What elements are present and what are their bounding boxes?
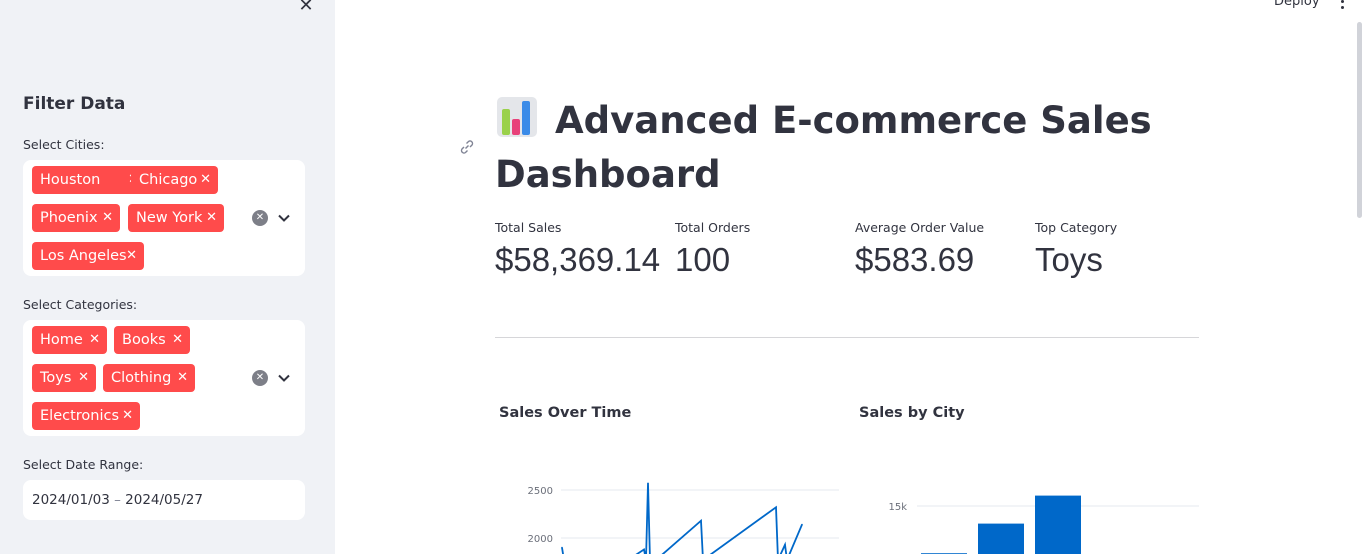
link-icon[interactable] (458, 138, 476, 156)
y-tick-label: 2000 (528, 534, 553, 545)
chevron-down-icon[interactable] (277, 211, 291, 225)
bar (1035, 495, 1081, 554)
remove-tag-icon[interactable]: ✕ (122, 402, 133, 430)
metric-value: $583.69 (855, 241, 975, 278)
category-tag: Books ✕ (114, 326, 190, 354)
metric-top-category: Top Category Toys (1035, 220, 1117, 279)
remove-tag-icon[interactable]: ✕ (78, 364, 89, 392)
remove-tag-icon[interactable]: ✕ (89, 326, 100, 354)
category-tag: Clothing ✕ (103, 364, 195, 392)
date-range-label: Select Date Range: (23, 457, 144, 472)
chart-title-sales-over-time: Sales Over Time (499, 405, 632, 421)
chart-title-sales-by-city: Sales by City (859, 405, 965, 421)
clear-all-icon[interactable]: ✕ (252, 370, 268, 386)
remove-tag-icon[interactable]: ✕ (102, 204, 113, 232)
city-tag: Houston✕ (32, 166, 146, 194)
remove-tag-icon[interactable]: ✕ (126, 242, 137, 270)
date-range-input[interactable]: 2024/01/03 – 2024/05/27 (23, 480, 305, 520)
sales-by-city-chart[interactable]: 15k (855, 470, 1205, 554)
categories-multiselect[interactable]: Home ✕ Books ✕ Toys ✕ Clothing ✕ Electronics… (23, 320, 305, 436)
divider (495, 337, 1199, 338)
sales-over-time-chart[interactable]: 2500 2000 (495, 470, 845, 554)
remove-tag-icon[interactable]: ✕ (177, 364, 188, 392)
category-tag: Toys ✕ (32, 364, 96, 392)
more-options-icon[interactable] (1339, 0, 1347, 10)
remove-tag-icon[interactable]: ✕ (206, 204, 217, 232)
cities-label: Select Cities: (23, 137, 105, 152)
metric-total-sales: Total Sales $58,369.14 (495, 220, 660, 279)
y-tick-label: 15k (888, 502, 907, 513)
city-tag: Los Angeles ✕ (32, 242, 144, 270)
close-sidebar-button[interactable]: ✕ (296, 0, 316, 16)
metric-label: Average Order Value (855, 220, 985, 235)
city-tag: Chicago ✕ (131, 166, 218, 194)
bar-chart-icon (497, 97, 537, 137)
y-tick-label: 2500 (528, 486, 553, 497)
metric-label: Total Orders (675, 220, 751, 235)
city-tag: New York ✕ (128, 204, 224, 232)
category-tag: Home ✕ (32, 326, 107, 354)
deploy-button[interactable]: Deploy (1274, 0, 1320, 9)
category-tag: Electronics ✕ (32, 402, 140, 430)
scrollbar[interactable] (1357, 22, 1362, 218)
metric-label: Total Sales (495, 220, 562, 235)
bar (978, 523, 1024, 554)
clear-all-icon[interactable]: ✕ (252, 210, 268, 226)
sidebar-title: Filter Data (23, 94, 126, 114)
sidebar: ✕ Filter Data Select Cities: Houston✕ Ch… (0, 0, 335, 554)
metric-label: Top Category (1035, 220, 1118, 235)
remove-tag-icon[interactable]: ✕ (200, 166, 211, 194)
remove-tag-icon[interactable]: ✕ (172, 326, 183, 354)
categories-label: Select Categories: (23, 297, 138, 312)
city-tag: Phoenix ✕ (32, 204, 120, 232)
metric-value: $58,369.14 (495, 241, 661, 278)
page-title: Advanced E-commerce Sales Dashboard (495, 94, 1195, 202)
line-series (561, 483, 803, 554)
metric-total-orders: Total Orders 100 (675, 220, 750, 279)
metric-average-order-value: Average Order Value $583.69 (855, 220, 984, 279)
metric-value: 100 (675, 241, 731, 278)
metric-value: Toys (1035, 241, 1103, 278)
chevron-down-icon[interactable] (277, 371, 291, 385)
cities-multiselect[interactable]: Houston✕ Chicago✕ Phoenix✕ New York✕ Los… (23, 160, 305, 276)
